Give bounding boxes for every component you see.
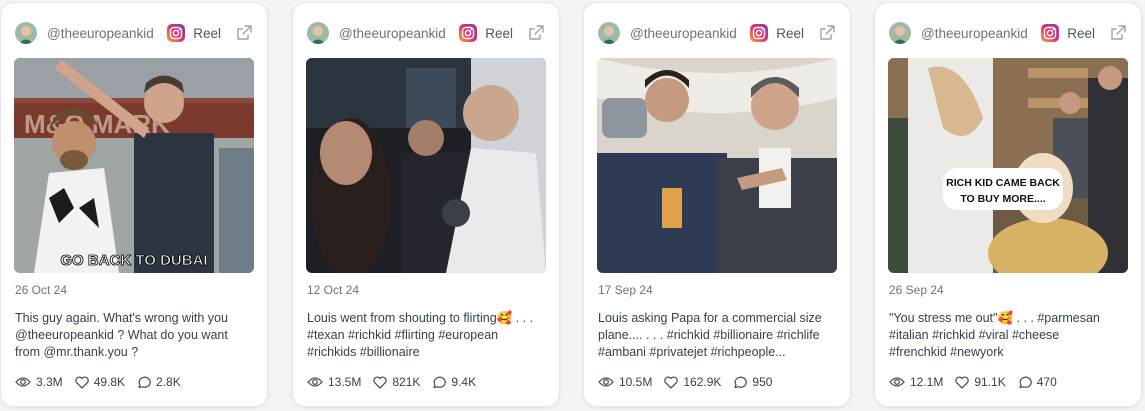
post-caption: Louis asking Papa for a commercial size … (598, 310, 836, 361)
caption-line: #italian #richkid #viral #cheese (889, 328, 1060, 342)
comment-icon (433, 376, 447, 388)
post-caption: This guy again. What's wrong with you @t… (15, 310, 253, 361)
reel-card[interactable]: @theeuropeankid Reel 12 Oct 24 Louis wen… (292, 2, 560, 407)
comment-icon (734, 376, 748, 388)
card-header: @theeuropeankid Reel (598, 19, 836, 47)
external-link-icon[interactable] (818, 24, 836, 42)
external-link-icon[interactable] (1109, 24, 1127, 42)
likes-stat: 162.9K (664, 375, 721, 389)
handle-text[interactable]: @theeuropeankid (921, 26, 1028, 41)
instagram-icon (167, 24, 186, 42)
handle-text[interactable]: @theeuropeankid (630, 26, 737, 41)
caption-line: #texan #richkid #flirting #european (307, 328, 499, 342)
post-date: 26 Sep 24 (889, 283, 944, 297)
handle-text[interactable]: @theeuropeankid (339, 26, 446, 41)
comments-stat: 9.4K (432, 375, 476, 389)
card-header: @theeuropeankid Reel (889, 19, 1127, 47)
instagram-icon (1041, 24, 1060, 42)
caption-line: @theeuropeankid ? What do you want (15, 328, 228, 342)
reel-thumbnail[interactable] (597, 58, 837, 273)
post-caption: "You stress me out"🥰 . . . #parmesan #it… (889, 310, 1127, 361)
reel-thumbnail[interactable]: RICH KID CAME BACK TO BUY MORE.... (888, 58, 1128, 273)
comments-stat: 950 (733, 375, 772, 389)
avatar[interactable] (15, 22, 37, 44)
caption-line: Louis went from shouting to flirting🥰 . … (307, 311, 534, 325)
handle-text[interactable]: @theeuropeankid (47, 26, 154, 41)
likes-stat: 821K (373, 375, 420, 389)
likes-count: 91.1K (974, 375, 1006, 389)
eye-icon (889, 377, 905, 387)
caption-line: #ambani #privatejet #richpeople... (598, 345, 786, 359)
views-stat: 10.5M (598, 375, 652, 389)
avatar[interactable] (307, 22, 329, 44)
external-link-icon[interactable] (527, 24, 545, 42)
caption-line: Louis asking Papa for a commercial size (598, 311, 822, 325)
likes-stat: 49.8K (74, 375, 126, 389)
instagram-icon (459, 24, 478, 42)
caption-line: This guy again. What's wrong with you (15, 311, 228, 325)
heart-icon (373, 375, 388, 389)
views-stat: 3.3M (15, 375, 63, 389)
overlay-text: GO BACK TO DUBAI (60, 252, 207, 269)
post-date: 26 Oct 24 (15, 283, 68, 297)
eye-icon (307, 377, 323, 387)
comments-stat: 470 (1018, 375, 1057, 389)
heart-icon (664, 375, 679, 389)
platform-label: Reel (1067, 25, 1095, 41)
views-count: 10.5M (619, 375, 653, 389)
comment-icon (1019, 376, 1032, 388)
views-stat: 12.1M (889, 375, 943, 389)
avatar[interactable] (598, 22, 620, 44)
caption-line: #frenchkid #newyork (889, 345, 1004, 359)
views-count: 3.3M (36, 375, 63, 389)
post-date: 12 Oct 24 (307, 283, 360, 297)
likes-stat: 91.1K (955, 375, 1006, 389)
reel-thumbnail[interactable] (306, 58, 546, 273)
eye-icon (598, 377, 614, 387)
post-caption: Louis went from shouting to flirting🥰 . … (307, 310, 545, 361)
overlay-text: RICH KID CAME BACK (946, 177, 1060, 189)
stats-row: 13.5M 821K 9.4K (307, 375, 488, 389)
comments-count: 950 (752, 375, 773, 389)
caption-line: "You stress me out"🥰 . . . #parmesan (889, 311, 1100, 325)
likes-count: 821K (392, 375, 421, 389)
caption-line: from @mr.thank.you ? (15, 345, 139, 359)
comments-count: 9.4K (451, 375, 477, 389)
caption-line: plane.... . . . #richkid #billionaire #r… (598, 328, 820, 342)
heart-icon (955, 375, 970, 389)
views-count: 13.5M (328, 375, 362, 389)
card-header: @theeuropeankid Reel (307, 19, 545, 47)
stats-row: 10.5M 162.9K 950 (598, 375, 784, 389)
likes-count: 162.9K (683, 375, 722, 389)
instagram-icon (750, 24, 769, 42)
reel-thumbnail[interactable]: M&O MARK GO BACK TO DUBAI (14, 58, 254, 273)
caption-line: #richkids #billionaire (307, 345, 420, 359)
comments-stat: 2.8K (137, 375, 181, 389)
eye-icon (15, 377, 31, 387)
platform-label: Reel (485, 25, 513, 41)
reel-card[interactable]: @theeuropeankid Reel 17 Sep 24 Louis ask… (583, 2, 851, 407)
views-stat: 13.5M (307, 375, 361, 389)
avatar[interactable] (889, 22, 911, 44)
platform-label: Reel (776, 25, 804, 41)
views-count: 12.1M (910, 375, 944, 389)
card-header: @theeuropeankid Reel (15, 19, 253, 47)
stats-row: 3.3M 49.8K 2.8K (15, 375, 193, 389)
overlay-text: TO BUY MORE.... (960, 193, 1045, 205)
comments-count: 2.8K (156, 375, 181, 389)
external-link-icon[interactable] (235, 24, 253, 42)
reel-card[interactable]: @theeuropeankid Reel M&O MARK GO BACK TO… (0, 2, 268, 407)
reel-card[interactable]: @theeuropeankid Reel RICH KID CAME BACK … (874, 2, 1142, 407)
platform-label: Reel (193, 25, 221, 41)
stats-row: 12.1M 91.1K 470 (889, 375, 1069, 389)
heart-icon (74, 375, 89, 389)
post-date: 17 Sep 24 (598, 283, 653, 297)
comment-icon (138, 376, 151, 388)
likes-count: 49.8K (93, 375, 126, 389)
comments-count: 470 (1036, 375, 1057, 389)
